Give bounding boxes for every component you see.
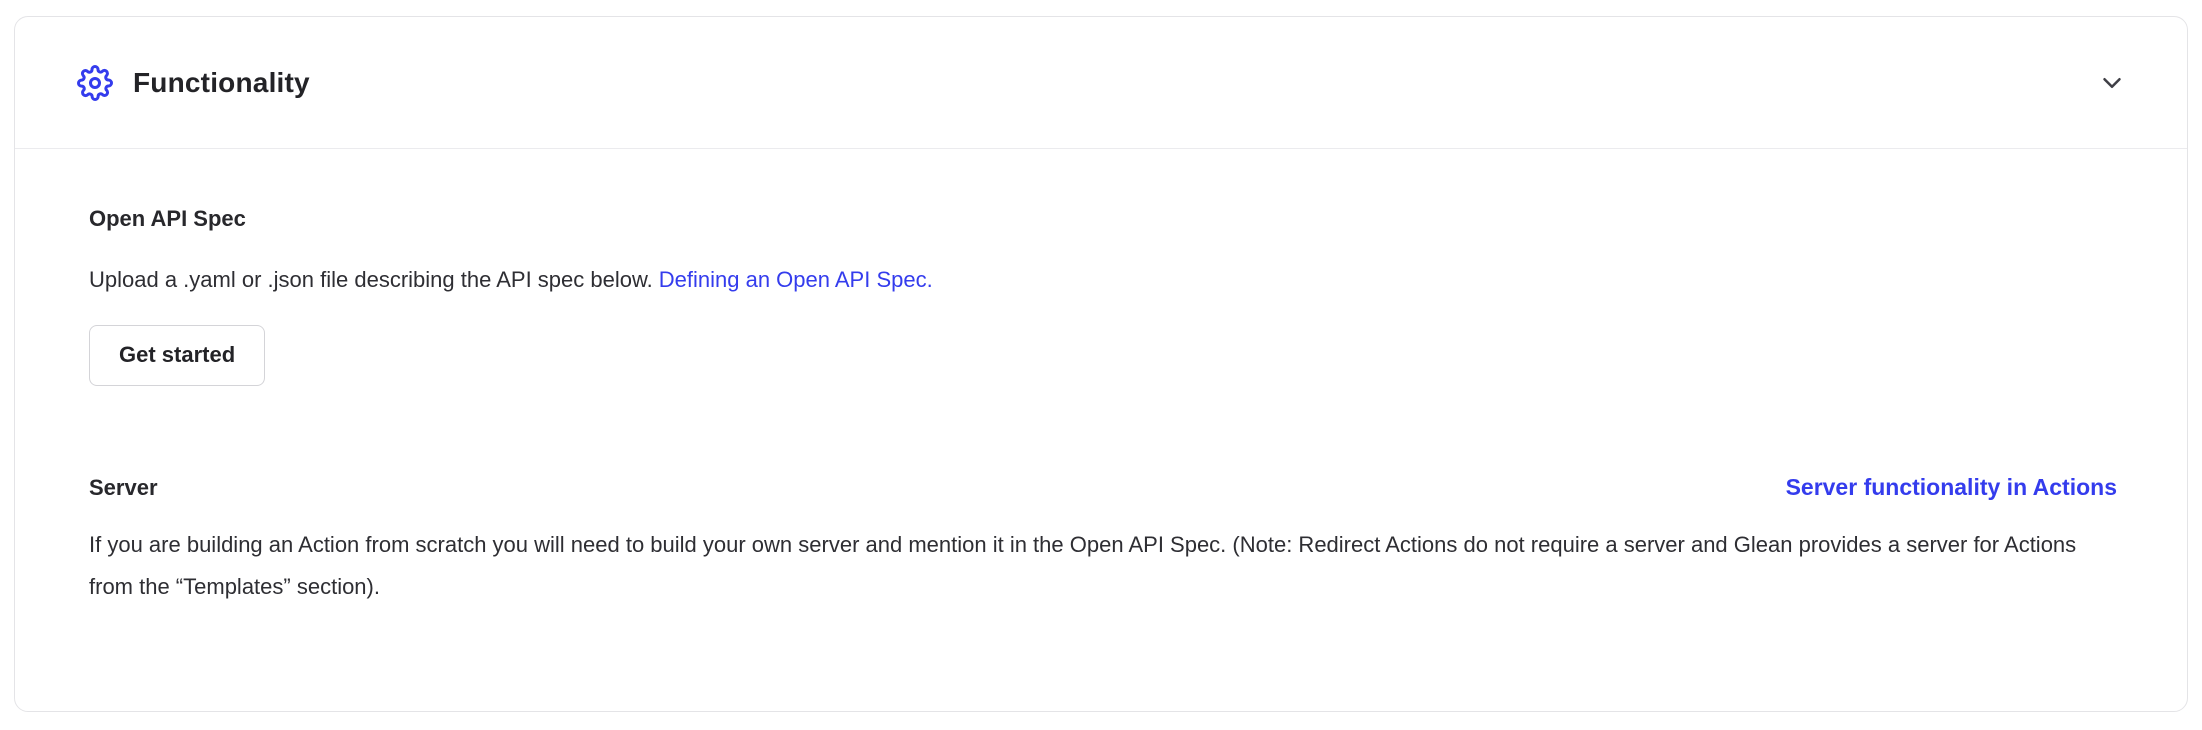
- server-heading: Server: [89, 474, 158, 502]
- open-api-spec-heading: Open API Spec: [89, 205, 2117, 233]
- server-section: Server Server functionality in Actions I…: [89, 474, 2117, 608]
- open-api-spec-description-text: Upload a .yaml or .json file describing …: [89, 267, 653, 292]
- get-started-button[interactable]: Get started: [89, 325, 265, 386]
- server-description: If you are building an Action from scrat…: [89, 524, 2117, 608]
- defining-open-api-spec-link[interactable]: Defining an Open API Spec.: [659, 267, 933, 292]
- functionality-panel: Functionality Open API Spec Upload a .ya…: [14, 16, 2188, 712]
- server-functionality-link[interactable]: Server functionality in Actions: [1786, 474, 2117, 501]
- panel-title: Functionality: [133, 67, 310, 99]
- gear-icon: [77, 65, 113, 101]
- functionality-panel-body: Open API Spec Upload a .yaml or .json fi…: [15, 149, 2187, 608]
- open-api-spec-section: Open API Spec Upload a .yaml or .json fi…: [89, 205, 2117, 386]
- chevron-down-icon[interactable]: [2097, 68, 2127, 98]
- page-background: Functionality Open API Spec Upload a .ya…: [0, 0, 2202, 730]
- open-api-spec-description: Upload a .yaml or .json file describing …: [89, 265, 2117, 295]
- functionality-panel-header[interactable]: Functionality: [15, 17, 2187, 149]
- server-section-header: Server Server functionality in Actions: [89, 474, 2117, 502]
